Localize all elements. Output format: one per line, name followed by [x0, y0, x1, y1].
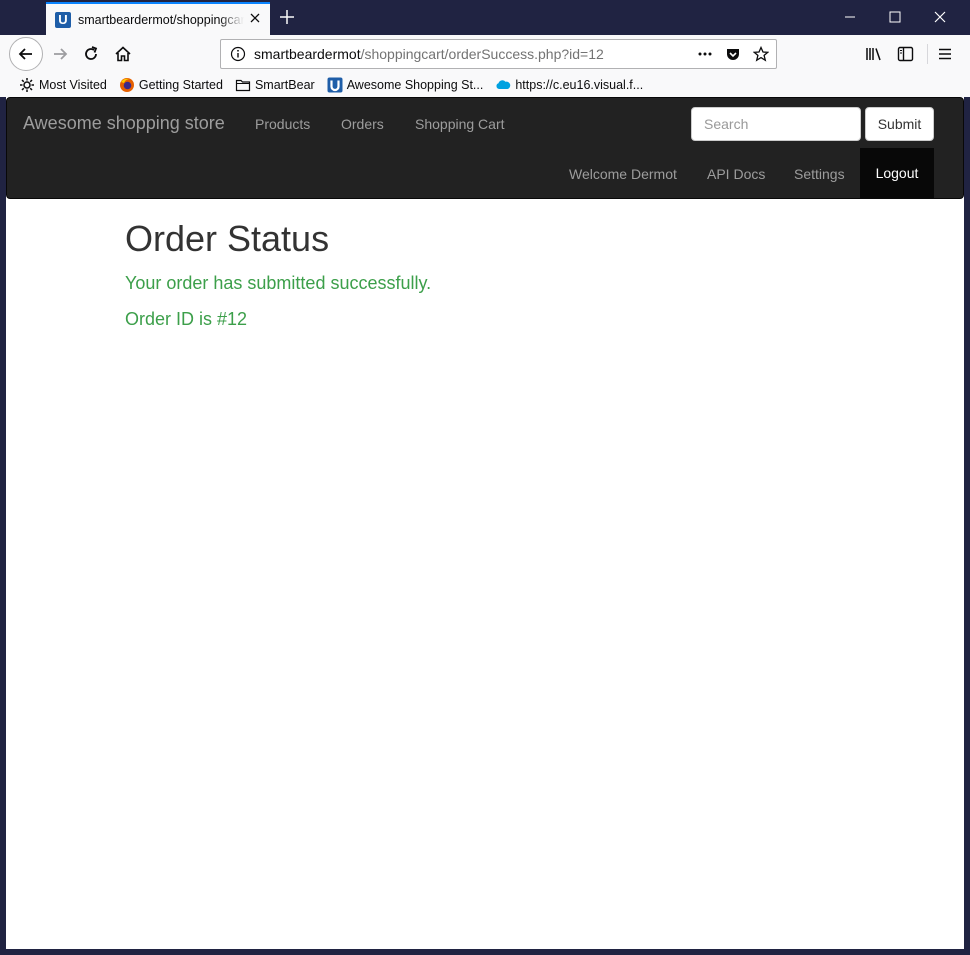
arrow-right-icon: [54, 48, 68, 60]
site-favicon-icon: U: [55, 11, 71, 28]
gear-icon: [20, 78, 34, 92]
new-tab-icon[interactable]: [278, 8, 296, 26]
nav-link-products[interactable]: Products: [255, 114, 310, 134]
maximize-icon[interactable]: [887, 9, 903, 25]
firefox-icon: [119, 78, 134, 92]
bookmark-getting-started[interactable]: Getting Started: [119, 77, 223, 93]
bookmark-label: Most Visited: [39, 78, 107, 92]
pocket-icon[interactable]: [725, 46, 741, 62]
bookmark-salesforce[interactable]: https://c.eu16.visual.f...: [495, 77, 643, 93]
reload-icon: [85, 46, 98, 60]
bookmark-awesome-shopping[interactable]: Awesome Shopping St...: [327, 77, 484, 93]
web-page: Awesome shopping store Products Orders S…: [6, 97, 964, 949]
folder-icon: [235, 79, 251, 92]
bookmark-smartbear-folder[interactable]: SmartBear: [235, 77, 315, 93]
site-brand[interactable]: Awesome shopping store: [23, 113, 225, 133]
u-logo-icon: [327, 77, 343, 93]
main-content: Order Status Your order has submitted su…: [125, 219, 431, 330]
submit-button[interactable]: Submit: [865, 107, 934, 141]
nav-link-welcome[interactable]: Welcome Dermot: [569, 164, 677, 184]
browser-toolbar: smartbeardermot/shoppingcart/orderSucces…: [0, 35, 970, 73]
nav-link-settings[interactable]: Settings: [794, 164, 845, 184]
close-window-icon[interactable]: [932, 9, 948, 25]
toolbar-divider: [927, 44, 928, 64]
page-title: Order Status: [125, 218, 330, 259]
hamburger-menu-icon[interactable]: [937, 46, 953, 62]
info-icon[interactable]: [230, 46, 246, 62]
minimize-icon[interactable]: [842, 9, 858, 25]
sidebar-icon[interactable]: [897, 46, 915, 62]
url-path: /shoppingcart/orderSuccess.php?id=12: [360, 46, 604, 62]
browser-title-bar: U smartbeardermot/shoppingcart/orderSucc…: [0, 0, 970, 35]
bookmarks-toolbar: Most Visited Getting Started SmartBear A…: [0, 73, 970, 97]
library-icon[interactable]: [865, 46, 883, 62]
url-text[interactable]: smartbeardermot/shoppingcart/orderSucces…: [254, 46, 604, 62]
back-button[interactable]: [9, 37, 43, 71]
tab-title: smartbeardermot/shoppingcart/orderSucces…: [78, 12, 244, 27]
bookmark-label: SmartBear: [254, 78, 315, 92]
home-button[interactable]: [108, 39, 138, 69]
arrow-left-icon: [18, 48, 32, 60]
star-bookmark-icon[interactable]: [753, 46, 769, 62]
order-id-message: Order ID is #12: [125, 309, 248, 329]
reload-button[interactable]: [76, 39, 106, 69]
salesforce-cloud-icon: [496, 80, 511, 89]
browser-tab[interactable]: U smartbeardermot/shoppingcart/orderSucc…: [46, 2, 270, 35]
url-host: smartbeardermot: [254, 46, 361, 62]
logout-link[interactable]: Logout: [860, 148, 934, 199]
bookmark-label: Getting Started: [138, 78, 223, 92]
site-navbar: Awesome shopping store Products Orders S…: [6, 97, 964, 199]
bookmark-label: Awesome Shopping St...: [346, 78, 484, 92]
nav-link-api-docs[interactable]: API Docs: [707, 164, 765, 184]
address-bar[interactable]: smartbeardermot/shoppingcart/orderSucces…: [220, 39, 777, 69]
home-icon: [115, 46, 131, 62]
forward-button[interactable]: [45, 39, 75, 69]
success-message: Your order has submitted successfully.: [125, 273, 432, 293]
bookmark-most-visited[interactable]: Most Visited: [19, 77, 107, 93]
search-input[interactable]: [691, 107, 861, 141]
more-actions-icon[interactable]: [697, 46, 713, 62]
bookmark-label: https://c.eu16.visual.f...: [515, 78, 644, 92]
nav-link-shopping-cart[interactable]: Shopping Cart: [415, 114, 505, 134]
nav-link-orders[interactable]: Orders: [341, 114, 384, 134]
close-tab-icon[interactable]: [248, 11, 262, 25]
